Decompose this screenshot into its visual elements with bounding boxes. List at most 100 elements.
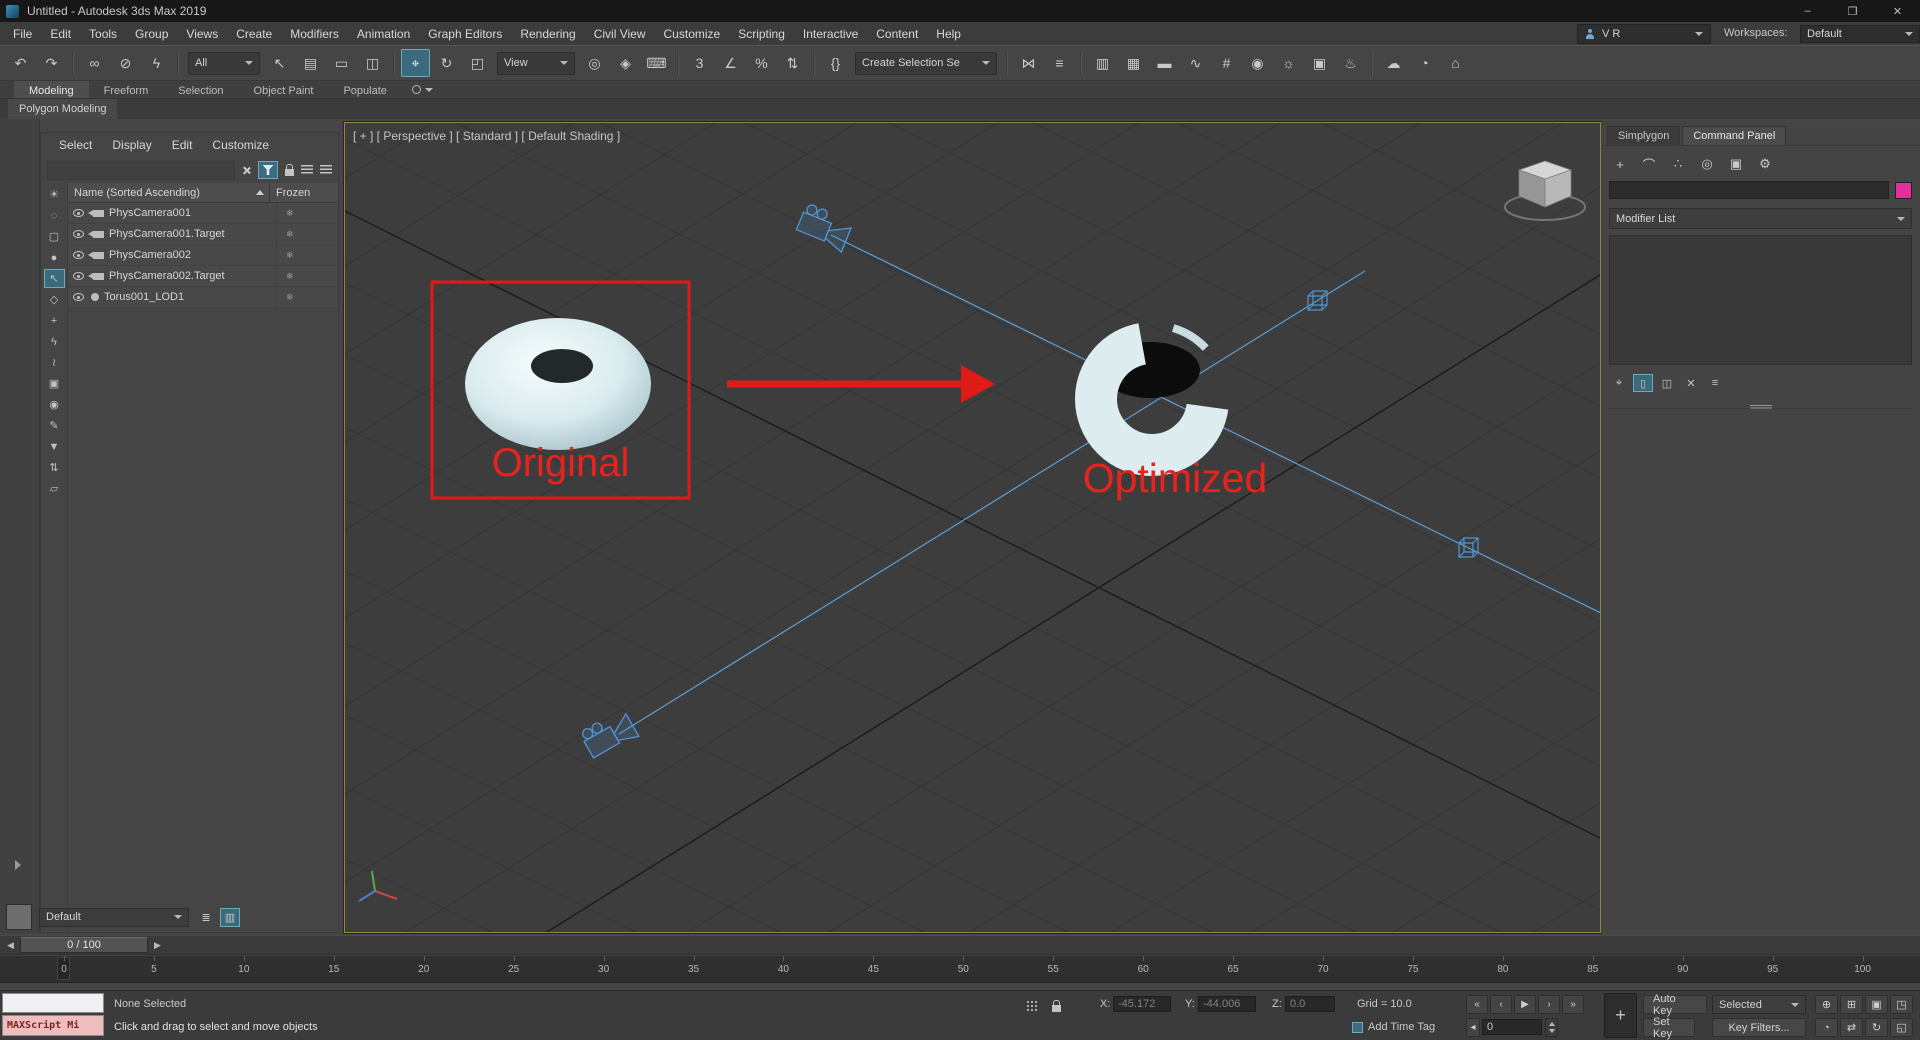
motion-icon[interactable]: ◎: [1696, 154, 1718, 174]
maximize-viewport-toggle-button[interactable]: ◱: [1890, 1018, 1913, 1037]
field-of-view-button[interactable]: ◔: [1815, 1018, 1838, 1037]
pin-stack-icon[interactable]: ⌖: [1609, 374, 1629, 392]
table-row[interactable]: Torus001_LOD1❄: [68, 287, 338, 308]
select-and-rotate-icon[interactable]: ↻: [432, 49, 461, 77]
go-to-end-button[interactable]: »: [1562, 995, 1584, 1014]
menu-item-civil-view[interactable]: Civil View: [585, 24, 655, 44]
optimized-torus[interactable]: [1078, 325, 1226, 473]
rectangular-selection-region-icon[interactable]: ▭: [327, 49, 356, 77]
selection-set-key-dropdown[interactable]: Selected: [1712, 995, 1806, 1014]
play-animation-button[interactable]: ▶: [1514, 995, 1536, 1014]
phys-camera-1[interactable]: [795, 203, 854, 252]
frame-spinner[interactable]: [1545, 1018, 1558, 1037]
sign-in-account[interactable]: V R: [1577, 24, 1711, 44]
menu-item-customize[interactable]: Customize: [655, 24, 730, 44]
menu-item-edit[interactable]: Edit: [41, 24, 80, 44]
pan-view-button[interactable]: ⇄: [1840, 1018, 1863, 1037]
zoom-button[interactable]: ⊕: [1815, 995, 1838, 1014]
viewport-label[interactable]: [ + ] [ Perspective ] [ Standard ] [ Def…: [353, 129, 620, 143]
toggle-layer-explorer-icon[interactable]: ▦: [1119, 49, 1148, 77]
next-frame-button[interactable]: ›: [1538, 995, 1560, 1014]
menu-item-views[interactable]: Views: [177, 24, 227, 44]
select-and-move-icon[interactable]: ⌖: [401, 49, 430, 77]
separator-handle-icon[interactable]: [1750, 405, 1772, 410]
snaps-toggle-icon[interactable]: 3: [685, 49, 714, 77]
ribbon-tab-populate[interactable]: Populate: [328, 81, 401, 98]
filter-combinations-icon[interactable]: ▼: [44, 437, 65, 456]
layer-color-swatch[interactable]: [6, 904, 32, 930]
visibility-eye-icon[interactable]: [73, 293, 84, 301]
configure-modifier-sets-icon[interactable]: ≡: [1705, 374, 1725, 392]
render-in-cloud-icon[interactable]: ☁: [1379, 49, 1408, 77]
table-row[interactable]: PhysCamera001.Target❄: [68, 224, 338, 245]
select-and-manipulate-icon[interactable]: ◈: [611, 49, 640, 77]
toggle-ribbon-icon[interactable]: ▬: [1150, 49, 1179, 77]
menu-item-graph-editors[interactable]: Graph Editors: [419, 24, 511, 44]
set-key-button[interactable]: Set Key: [1643, 1018, 1695, 1037]
undo-icon[interactable]: ↶: [6, 49, 35, 77]
x-coord-field[interactable]: -45.172: [1113, 996, 1171, 1012]
maxscript-listener-field[interactable]: [2, 993, 104, 1013]
visibility-eye-icon[interactable]: [73, 251, 84, 259]
menu-item-help[interactable]: Help: [927, 24, 970, 44]
transform-typein-mode-icon[interactable]: [1026, 1000, 1037, 1011]
spinner-snap-toggle-icon[interactable]: ⇅: [778, 49, 807, 77]
display-geometry-icon[interactable]: ●: [44, 248, 65, 267]
display-materials-icon[interactable]: ◉: [44, 395, 65, 414]
time-slider-handle[interactable]: 0 / 100: [20, 937, 148, 953]
current-frame-field[interactable]: 0: [1482, 1019, 1542, 1035]
use-pivot-point-center-icon[interactable]: ◎: [580, 49, 609, 77]
edit-named-selection-sets-icon[interactable]: {}: [821, 49, 850, 77]
selection-filter-dropdown[interactable]: All: [188, 52, 260, 75]
window-crossing-toggle-icon[interactable]: ◫: [358, 49, 387, 77]
original-torus[interactable]: [465, 318, 651, 450]
clear-search-icon[interactable]: [242, 166, 251, 175]
y-coord-field[interactable]: -44.006: [1198, 996, 1256, 1012]
name-column-header[interactable]: Name (Sorted Ascending): [68, 187, 269, 199]
orbit-button[interactable]: ↻: [1865, 1018, 1888, 1037]
timeline-ruler[interactable]: 0510152025303540455055606570758085909510…: [0, 956, 1920, 983]
bind-to-space-warp-icon[interactable]: ϟ: [142, 49, 171, 77]
visibility-eye-icon[interactable]: [73, 272, 84, 280]
lock-explorer-icon[interactable]: [285, 169, 294, 176]
mirror-icon[interactable]: ⋈: [1014, 49, 1043, 77]
explorer-menu-edit[interactable]: Edit: [162, 138, 203, 152]
menu-item-rendering[interactable]: Rendering: [511, 24, 584, 44]
menu-item-modifiers[interactable]: Modifiers: [281, 24, 348, 44]
reference-coordinate-dropdown[interactable]: View: [497, 52, 575, 75]
sort-mode-icon[interactable]: ⇅: [44, 458, 65, 477]
display-lights-icon[interactable]: ☀: [44, 185, 65, 204]
z-coord-field[interactable]: 0.0: [1285, 996, 1335, 1012]
menu-item-interactive[interactable]: Interactive: [794, 24, 867, 44]
table-row[interactable]: PhysCamera001❄: [68, 203, 338, 224]
schematic-view-icon[interactable]: #: [1212, 49, 1241, 77]
render-production-icon[interactable]: ♨: [1336, 49, 1365, 77]
menu-item-group[interactable]: Group: [126, 24, 177, 44]
display-bones-icon[interactable]: ≀: [44, 353, 65, 372]
explorer-menu-select[interactable]: Select: [49, 138, 102, 152]
workspace-dropdown[interactable]: Default: [1800, 25, 1920, 43]
zoom-extents-all-button[interactable]: ◳: [1890, 995, 1913, 1014]
ribbon-tab-object-paint[interactable]: Object Paint: [239, 81, 329, 98]
close-button[interactable]: ✕: [1875, 0, 1920, 22]
table-row[interactable]: PhysCamera002.Target❄: [68, 266, 338, 287]
display-cameras-icon[interactable]: ▢: [44, 227, 65, 246]
frame-back-button[interactable]: ◂: [1466, 1018, 1480, 1037]
filter-button[interactable]: [258, 161, 278, 179]
select-tool-icon[interactable]: ↖: [44, 269, 65, 288]
selection-lock-icon[interactable]: [1052, 1005, 1061, 1012]
viewport-canvas[interactable]: [345, 123, 1600, 932]
rendered-frame-window-icon[interactable]: ▣: [1305, 49, 1334, 77]
frozen-column-header[interactable]: Frozen: [269, 183, 338, 202]
curve-editor-icon[interactable]: ∿: [1181, 49, 1210, 77]
align-icon[interactable]: ≡: [1045, 49, 1074, 77]
ribbon-tab-freeform[interactable]: Freeform: [89, 81, 164, 98]
tree-header[interactable]: Name (Sorted Ascending) Frozen: [68, 183, 338, 203]
column-options-icon[interactable]: [320, 165, 332, 175]
visibility-eye-icon[interactable]: [73, 209, 84, 217]
render-setup-icon[interactable]: ☼: [1274, 49, 1303, 77]
hierarchy-icon[interactable]: ∴: [1667, 154, 1689, 174]
active-layer-dropdown[interactable]: Default: [39, 908, 189, 927]
modify-icon[interactable]: ⌒: [1638, 154, 1660, 174]
ribbon-overflow[interactable]: [402, 81, 443, 98]
